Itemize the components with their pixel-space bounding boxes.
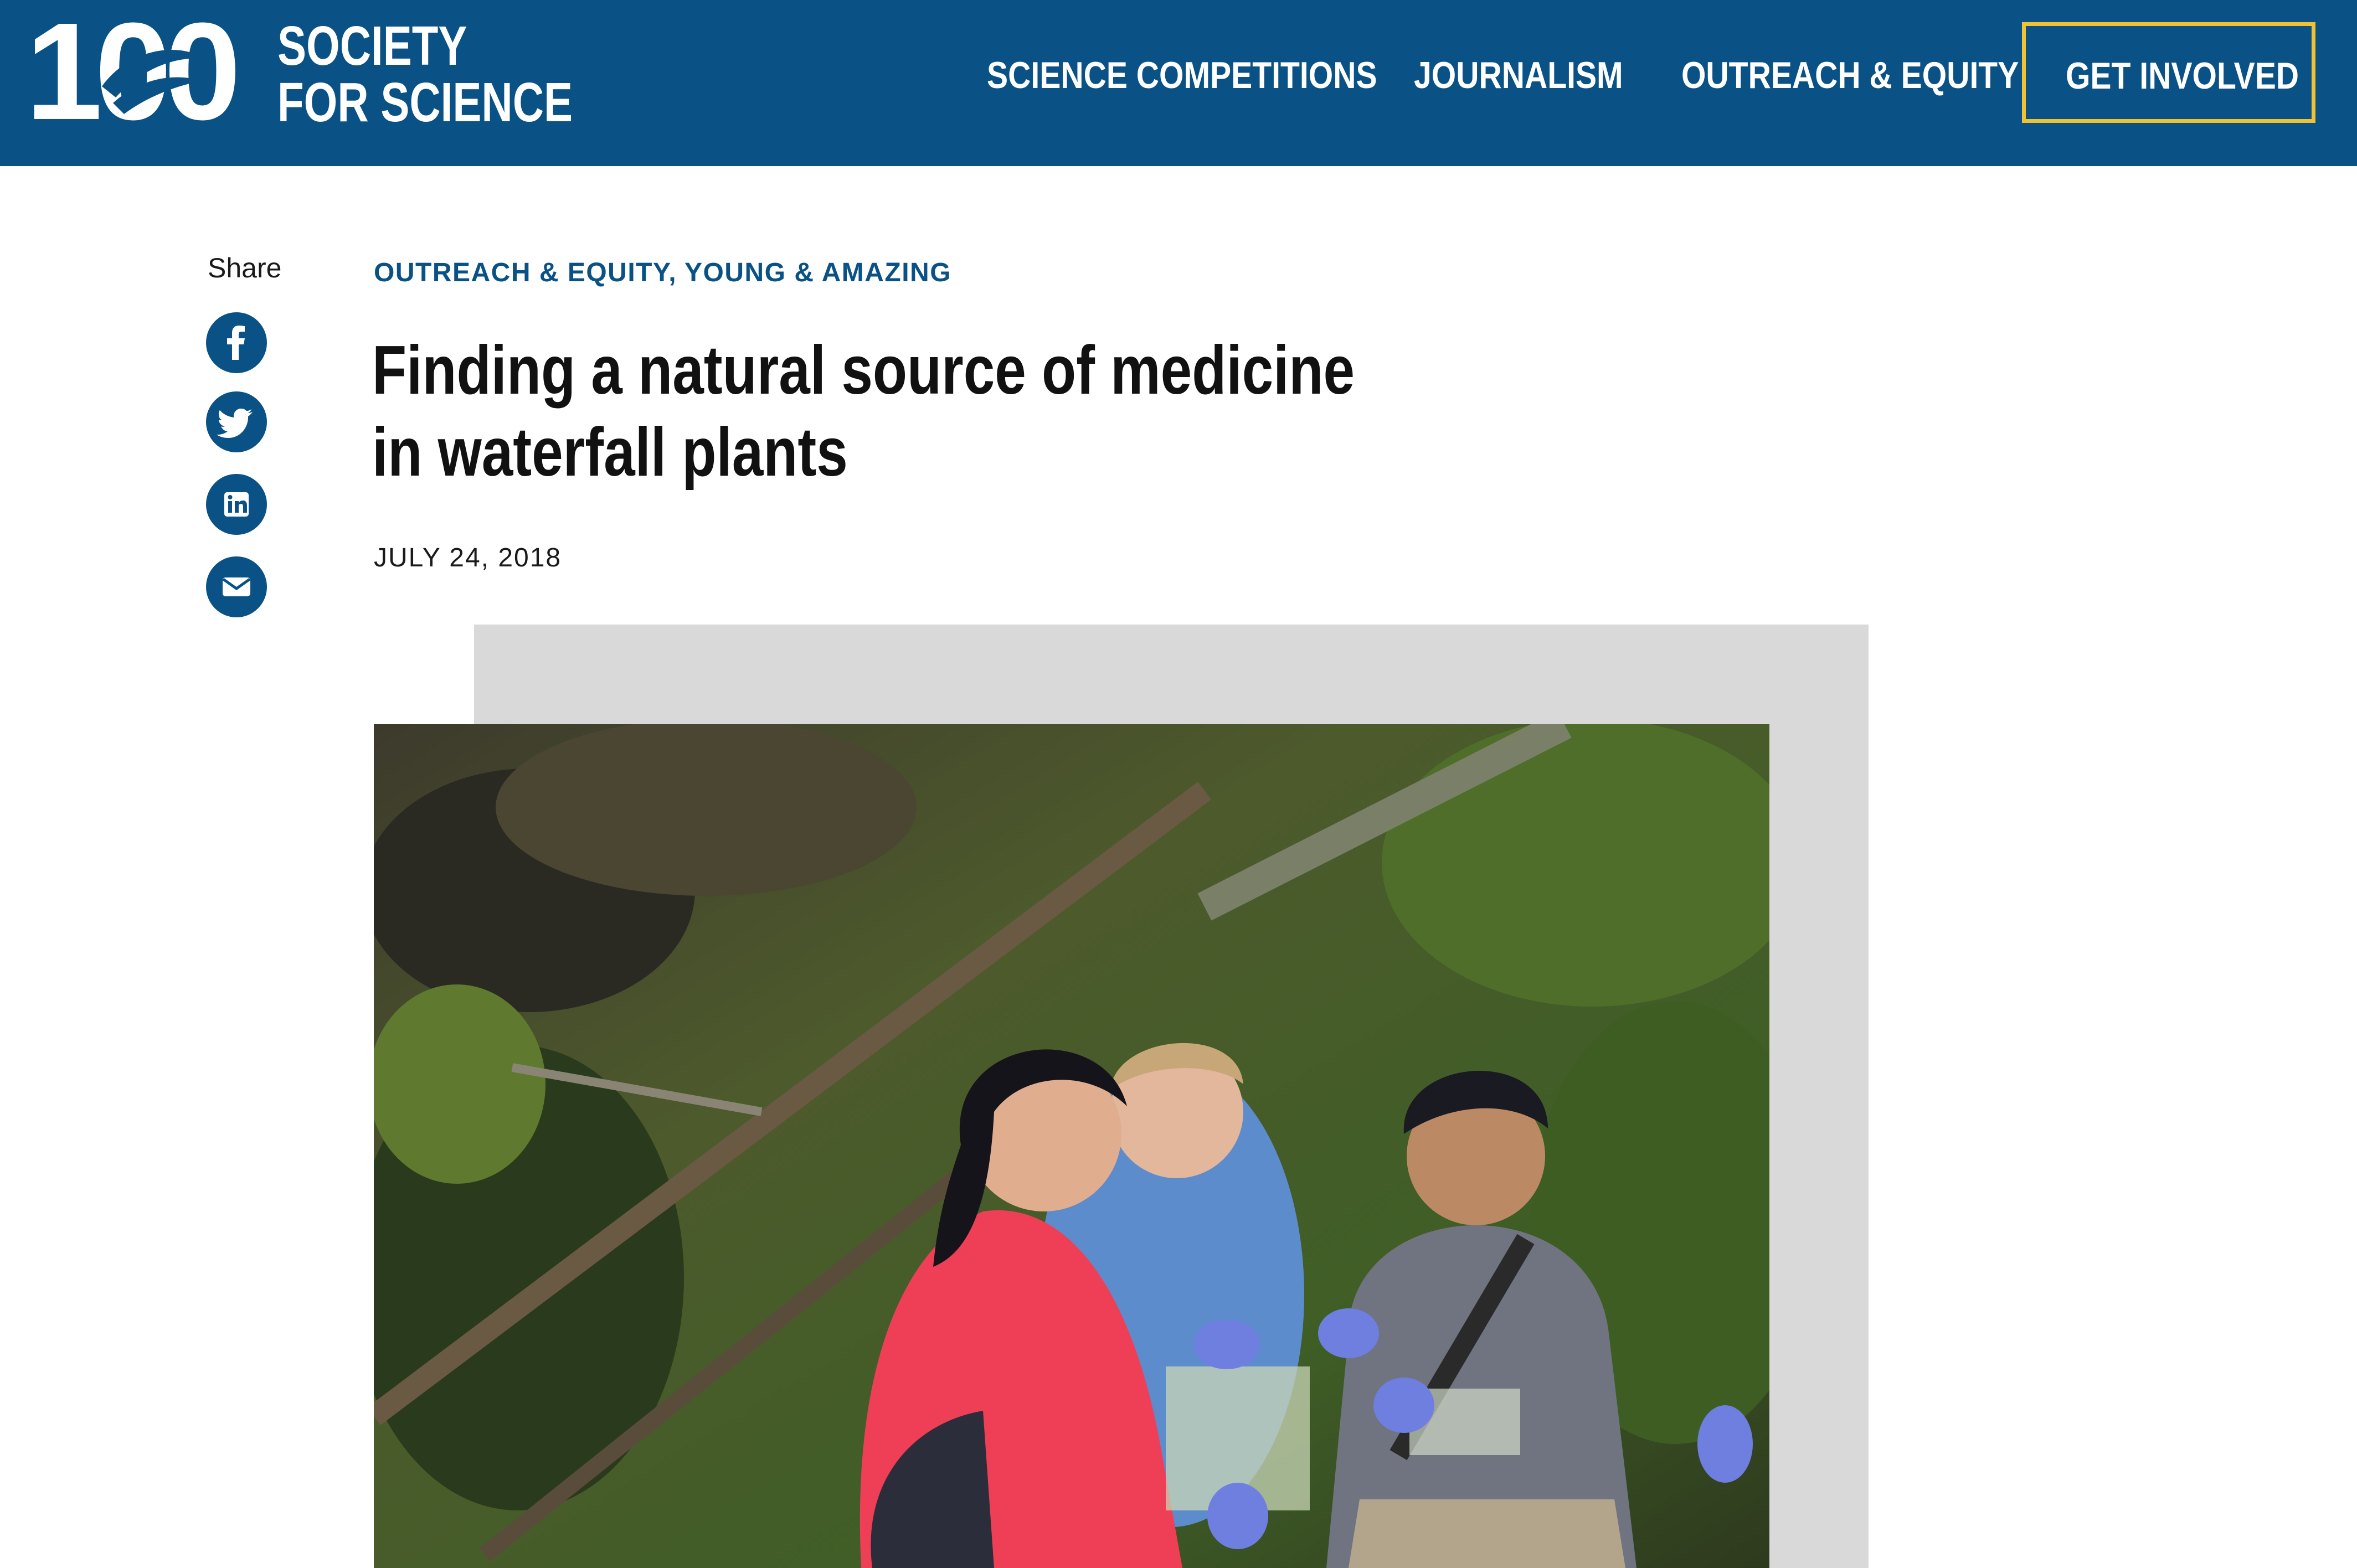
nav-outreach-equity[interactable]: OUTREACH & EQUITY — [1681, 53, 2019, 97]
email-icon — [222, 577, 251, 596]
logo-wordmark: SOCIETY FOR SCIENCE — [277, 18, 573, 131]
article-hero-image — [374, 724, 1769, 1568]
article-category[interactable]: OUTREACH & EQUITY, YOUNG & AMAZING — [374, 257, 951, 288]
twitter-icon — [217, 409, 253, 438]
site-logo[interactable]: 100 SOCIETY FOR SCIENCE — [25, 2, 573, 141]
share-twitter-button[interactable] — [206, 391, 267, 452]
share-label: Share — [208, 252, 282, 283]
logo-line-2: FOR SCIENCE — [277, 71, 573, 133]
get-involved-button[interactable]: GET INVOLVED — [2022, 22, 2315, 123]
logo-swoosh-icon — [102, 50, 204, 114]
article-title: Finding a natural source of medicine in … — [372, 332, 1355, 491]
share-facebook-button[interactable] — [206, 312, 267, 373]
linkedin-icon — [224, 492, 249, 517]
article-date: JULY 24, 2018 — [374, 543, 562, 572]
facebook-icon — [227, 326, 245, 360]
share-linkedin-button[interactable] — [206, 474, 267, 535]
share-email-button[interactable] — [206, 556, 267, 617]
get-involved-label: GET INVOLVED — [2066, 55, 2299, 97]
nav-journalism[interactable]: JOURNALISM — [1414, 53, 1623, 97]
site-header: 100 SOCIETY FOR SCIENCE SCIENCE COMPETIT… — [0, 0, 2357, 166]
logo-line-1: SOCIETY — [277, 15, 467, 77]
nav-science-competitions[interactable]: SCIENCE COMPETITIONS — [987, 53, 1377, 97]
